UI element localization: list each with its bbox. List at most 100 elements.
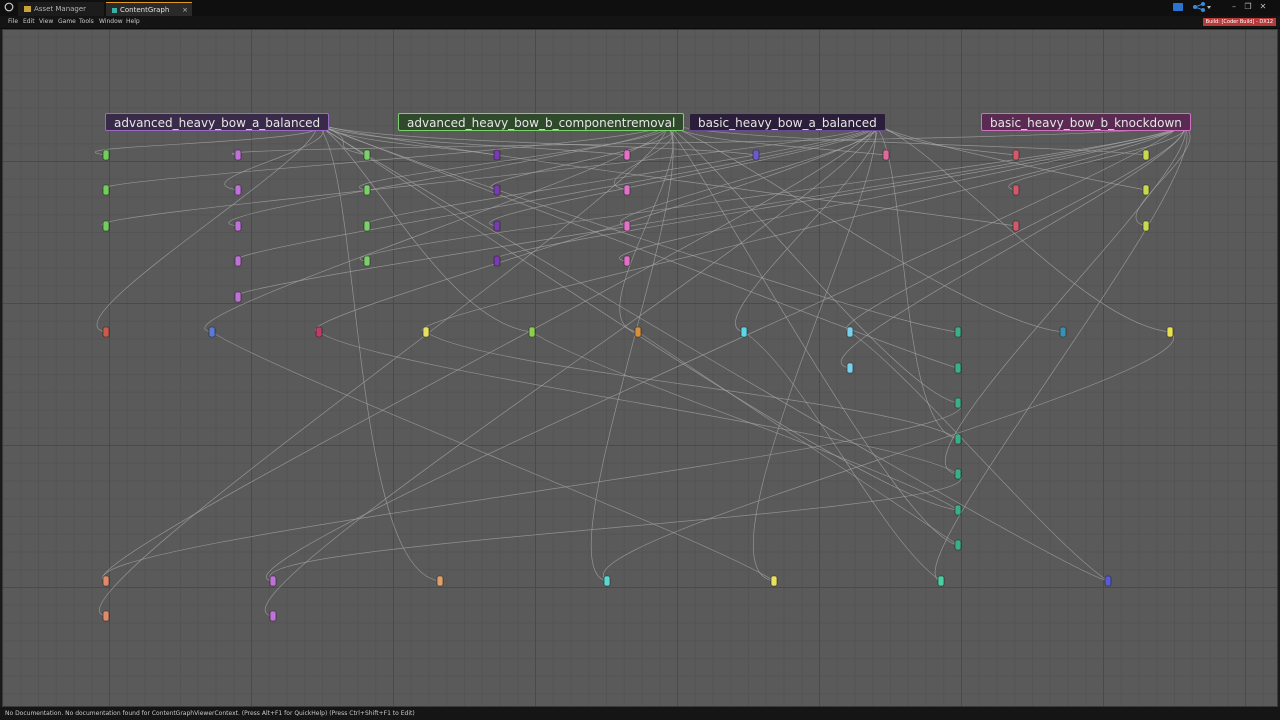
graph-pin[interactable] xyxy=(493,255,501,267)
graph-pin[interactable] xyxy=(363,255,371,267)
menu-window[interactable]: Window xyxy=(99,16,123,28)
graph-pin[interactable] xyxy=(102,575,110,587)
node-title: advanced_heavy_bow_a_balanced xyxy=(114,116,321,130)
graph-wire xyxy=(871,122,1171,333)
graph-pin[interactable] xyxy=(846,362,854,374)
graph-pin[interactable] xyxy=(882,149,890,161)
graph-node-basic-heavy-bow-a-balanced[interactable]: basic_heavy_bow_a_balanced xyxy=(689,113,886,131)
graph-wire xyxy=(590,122,674,582)
graph-pin[interactable] xyxy=(234,184,242,196)
graph-pin[interactable] xyxy=(315,326,323,338)
graph-pin[interactable] xyxy=(493,184,501,196)
graph-pin[interactable] xyxy=(954,397,962,409)
minimize-button[interactable]: – xyxy=(1227,0,1241,14)
graph-pin[interactable] xyxy=(234,255,242,267)
share-icon[interactable] xyxy=(1192,2,1212,12)
graph-node-advanced-heavy-bow-a-balanced[interactable]: advanced_heavy_bow_a_balanced xyxy=(105,113,330,131)
title-bar: Asset Manager ContentGraph × – ❐ ✕ xyxy=(0,0,1280,16)
wire-layer xyxy=(95,122,1191,617)
graph-pin[interactable] xyxy=(1142,184,1150,196)
graph-viewport[interactable]: advanced_heavy_bow_a_balanced advanced_h… xyxy=(2,29,1278,707)
status-text: No Documentation. No documentation found… xyxy=(5,710,415,717)
graph-pin[interactable] xyxy=(102,326,110,338)
graph-pin[interactable] xyxy=(1104,575,1112,587)
node-title: advanced_heavy_bow_b_componentremoval xyxy=(407,116,676,130)
graph-wire xyxy=(662,122,1064,333)
graph-pin[interactable] xyxy=(1142,220,1150,232)
graph-pin[interactable] xyxy=(954,433,962,445)
close-tab-icon[interactable]: × xyxy=(182,3,188,17)
tab-label: ContentGraph xyxy=(120,6,170,14)
graph-pin[interactable] xyxy=(102,149,110,161)
graph-pin[interactable] xyxy=(603,575,611,587)
graph-pin[interactable] xyxy=(954,362,962,374)
close-window-button[interactable]: ✕ xyxy=(1256,0,1270,14)
graph-wire xyxy=(662,122,959,546)
maximize-button[interactable]: ❐ xyxy=(1241,0,1255,14)
menu-edit[interactable]: Edit xyxy=(23,16,35,28)
graph-pin[interactable] xyxy=(623,184,631,196)
menu-file[interactable]: File xyxy=(8,16,18,28)
graph-wire xyxy=(264,122,876,617)
graph-pin[interactable] xyxy=(937,575,945,587)
graph-pin[interactable] xyxy=(954,326,962,338)
graph-pin[interactable] xyxy=(363,149,371,161)
menu-bar: File Edit View Game Tools Window Help Bu… xyxy=(0,16,1280,29)
graph-pin[interactable] xyxy=(102,610,110,622)
menu-tools[interactable]: Tools xyxy=(79,16,94,28)
graph-pin[interactable] xyxy=(102,184,110,196)
graph-pin[interactable] xyxy=(1142,149,1150,161)
graph-pin[interactable] xyxy=(770,575,778,587)
graph-pin[interactable] xyxy=(436,575,444,587)
graph-pin[interactable] xyxy=(1012,184,1020,196)
graph-pin[interactable] xyxy=(422,326,430,338)
graph-pin[interactable] xyxy=(634,326,642,338)
graph-pin[interactable] xyxy=(234,149,242,161)
graph-pin[interactable] xyxy=(623,149,631,161)
graph-wire xyxy=(637,331,959,546)
source-control-icon[interactable] xyxy=(1172,2,1184,12)
graph-pin[interactable] xyxy=(846,326,854,338)
graph-wire xyxy=(313,122,959,333)
graph-pin[interactable] xyxy=(954,468,962,480)
app-logo-icon xyxy=(4,2,14,12)
graph-wire xyxy=(318,331,959,475)
folder-icon xyxy=(24,6,31,12)
graph-pin[interactable] xyxy=(954,504,962,516)
graph-pin[interactable] xyxy=(1166,326,1174,338)
graph-pin[interactable] xyxy=(1012,149,1020,161)
graph-pin[interactable] xyxy=(954,539,962,551)
graph-pin[interactable] xyxy=(528,326,536,338)
node-title: basic_heavy_bow_b_knockdown xyxy=(990,116,1182,130)
graph-pin[interactable] xyxy=(623,220,631,232)
tab-asset-manager[interactable]: Asset Manager xyxy=(18,2,104,16)
graph-pin[interactable] xyxy=(623,255,631,267)
pin-layer xyxy=(102,149,1174,622)
graph-pin[interactable] xyxy=(493,149,501,161)
graph-wire xyxy=(313,122,959,511)
graph-wire xyxy=(743,331,942,582)
graph-pin[interactable] xyxy=(234,220,242,232)
graph-pin[interactable] xyxy=(269,610,277,622)
graph-pin[interactable] xyxy=(363,220,371,232)
graph-pin[interactable] xyxy=(102,220,110,232)
graph-wire xyxy=(871,122,959,440)
menu-game[interactable]: Game xyxy=(58,16,76,28)
menu-help[interactable]: Help xyxy=(126,16,140,28)
graph-pin[interactable] xyxy=(493,220,501,232)
graph-wire xyxy=(603,331,1174,582)
tab-label: Asset Manager xyxy=(34,5,87,13)
graph-pin[interactable] xyxy=(208,326,216,338)
menu-view[interactable]: View xyxy=(39,16,53,28)
graph-node-basic-heavy-bow-b-knockdown[interactable]: basic_heavy_bow_b_knockdown xyxy=(981,113,1191,131)
graph-pin[interactable] xyxy=(363,184,371,196)
tab-content-graph[interactable]: ContentGraph × xyxy=(106,2,192,16)
graph-pin[interactable] xyxy=(1059,326,1067,338)
graph-pin[interactable] xyxy=(740,326,748,338)
graph-pin[interactable] xyxy=(269,575,277,587)
graph-node-advanced-heavy-bow-b-componentremoval[interactable]: advanced_heavy_bow_b_componentremoval xyxy=(398,113,685,131)
graph-wire xyxy=(425,331,959,440)
graph-pin[interactable] xyxy=(234,291,242,303)
graph-pin[interactable] xyxy=(1012,220,1020,232)
graph-pin[interactable] xyxy=(752,149,760,161)
